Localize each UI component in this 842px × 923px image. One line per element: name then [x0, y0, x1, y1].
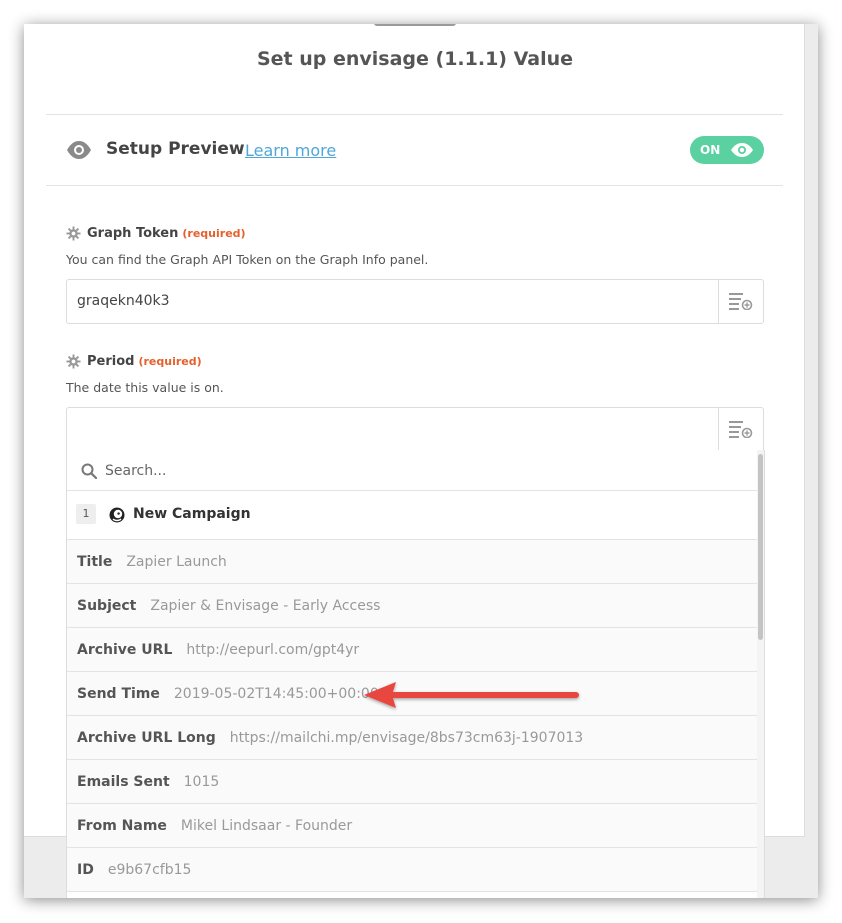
field-key: Send Time: [77, 685, 160, 702]
list-item[interactable]: Subject Zapier & Envisage - Early Access: [67, 584, 757, 628]
field-value: https://mailchi.mp/envisage/8bs73cm63j-1…: [229, 729, 584, 746]
graph-token-field[interactable]: graqekn40k3: [66, 279, 764, 324]
field-key: Archive URL Long: [77, 729, 216, 746]
field-value: e9b67cfb15: [107, 861, 192, 878]
annotation-arrow-icon: [364, 682, 579, 708]
graph-token-help: You can find the Graph API Token on the …: [66, 252, 429, 267]
insert-data-button[interactable]: [718, 408, 763, 451]
field-value: http://eepurl.com/gpt4yr: [186, 641, 360, 658]
list-item[interactable]: Archive URL Long https://mailchi.mp/envis…: [67, 716, 757, 760]
step-header[interactable]: 1 New Campaign: [67, 491, 757, 540]
period-field[interactable]: [66, 407, 764, 452]
insert-data-dropdown: 1 New Campaign Title Zapier Launch Subjec…: [66, 450, 765, 898]
scrollbar-thumb[interactable]: [758, 454, 763, 640]
field-list: Title Zapier Launch Subject Zapier & Envis…: [67, 540, 757, 892]
field-name: Graph Token: [87, 226, 179, 241]
period-label: Period (required): [66, 354, 202, 369]
dropdown-search: [67, 450, 757, 491]
preview-toggle[interactable]: ON: [690, 136, 764, 164]
field-value: Zapier Launch: [126, 553, 227, 570]
insert-field-icon: [729, 421, 753, 438]
drag-handle[interactable]: [374, 24, 456, 26]
page-title: Set up envisage (1.1.1) Value: [256, 48, 574, 70]
graph-token-value[interactable]: graqekn40k3: [77, 293, 170, 309]
field-value: 1015: [183, 773, 220, 790]
field-key: Archive URL: [77, 641, 173, 658]
dropdown-scrollbar[interactable]: [757, 450, 764, 898]
field-key: ID: [77, 861, 94, 878]
gear-icon: [66, 354, 81, 369]
list-item[interactable]: From Name Mikel Lindsaar - Founder: [67, 804, 757, 848]
field-key: Subject: [77, 597, 137, 614]
eye-icon: [731, 143, 753, 157]
list-item[interactable]: Emails Sent 1015: [67, 760, 757, 804]
list-item[interactable]: Title Zapier Launch: [67, 540, 757, 584]
learn-more-link[interactable]: Learn more: [245, 141, 336, 160]
field-key: Title: [77, 553, 113, 570]
gear-icon: [66, 226, 81, 241]
setup-preview-label: Setup Preview: [106, 139, 245, 159]
field-key: Emails Sent: [77, 773, 170, 790]
mailchimp-icon: [109, 507, 125, 523]
search-icon: [81, 463, 97, 479]
search-input[interactable]: [103, 459, 707, 483]
field-value: Zapier & Envisage - Early Access: [150, 597, 381, 614]
graph-token-label: Graph Token (required): [66, 226, 246, 241]
field-value: Mikel Lindsaar - Founder: [180, 817, 353, 834]
insert-field-icon: [729, 293, 753, 310]
required-tag: (required): [182, 227, 246, 240]
field-key: From Name: [77, 817, 167, 834]
dialog-window: Set up envisage (1.1.1) Value Setup Prev…: [24, 24, 818, 898]
period-help: The date this value is on.: [66, 380, 224, 395]
insert-data-button[interactable]: [718, 280, 763, 323]
step-name: New Campaign: [133, 506, 251, 522]
list-item[interactable]: ID e9b67cfb15: [67, 848, 757, 892]
list-item[interactable]: Archive URL http://eepurl.com/gpt4yr: [67, 628, 757, 672]
divider: [46, 185, 783, 186]
step-number: 1: [76, 504, 96, 524]
toggle-label: ON: [700, 143, 721, 157]
field-value: 2019-05-02T14:45:00+00:00: [173, 685, 379, 702]
field-name: Period: [87, 354, 135, 369]
divider: [46, 114, 783, 115]
required-tag: (required): [138, 355, 202, 368]
eye-icon: [67, 141, 91, 159]
